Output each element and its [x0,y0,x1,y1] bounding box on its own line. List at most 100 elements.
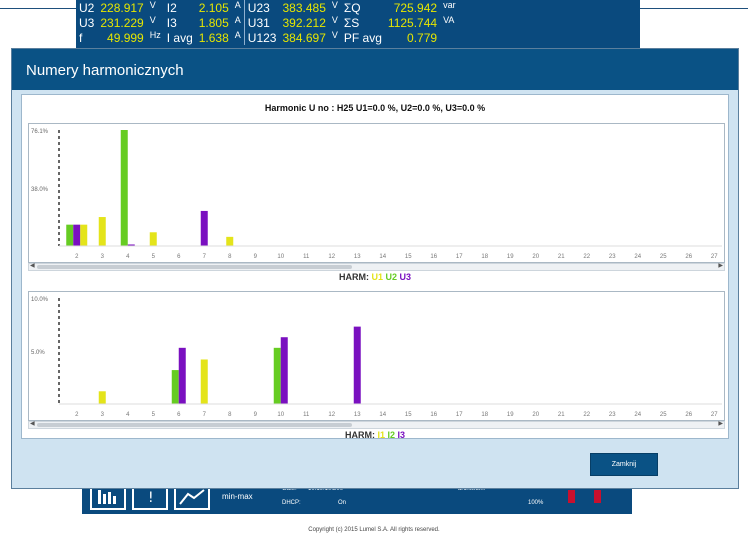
meter-a-unit: V [149,15,156,25]
meter-b-unit: A [234,0,241,10]
x-tick-label: 23 [609,254,616,260]
bar-i2-h10 [273,347,281,404]
x-tick-label: 6 [177,412,181,418]
meter-c-label: U23 [243,0,280,15]
meter-c-val: 383.485 [282,0,326,15]
current-harmonics-chart: 5.0% 10.0% 2 3 4 5 6 7 8 9 10 11 12 13 14 15 16 17 18 19 20 2… [28,291,725,421]
x-tick-label: 9 [254,412,258,418]
copyright-text: Copyright (c) 2015 Lumel S.A. All rights… [308,527,440,533]
scroll-left-icon[interactable]: ◀ [30,262,35,269]
x-tick-label: 5 [152,254,156,260]
meter-a-val: 231.229 [100,15,144,30]
scroll-left-icon[interactable]: ◀ [30,420,35,427]
x-tick-label: 13 [354,412,361,418]
meter-a-label: U3 [79,15,95,30]
harmonic-info: Harmonic U no : H25 U1=0.0 %, U2=0.0 %, … [264,103,486,113]
meter-a-unit: V [149,0,156,10]
dialog-header: Numery harmonicznych [12,49,738,90]
voltage-harmonics-chart: 38.0% 76.1% 2 3 4 5 6 7 8 9 10 11 12 13 14 15 16 17 18 19 20… [28,123,725,263]
bar-u2-h2 [66,224,74,246]
meter-b-val: 1.638 [198,30,229,45]
x-tick-label: 20 [532,254,539,260]
scrollbar-thumb[interactable] [37,265,352,269]
x-tick-label: 15 [405,412,412,418]
meter-row: U3 231.229 V I3 1.805 A U31 392.212 V ΣS 1125.744 V… [76,15,459,30]
x-tick-label: 10 [277,254,284,260]
meter-readings-panel: U2 228.917 V I2 2.105 A U23 383.485 V ΣQ 725.942 va… [76,0,640,54]
x-tick-label: 25 [660,254,667,260]
bar-u1-h5 [149,232,157,246]
meter-a-label: f [79,30,83,45]
bar-u1-h3 [98,217,106,246]
min-max-label[interactable]: min-max [222,492,253,501]
legend-u3: U3 [399,272,412,282]
close-button[interactable]: Zamknij [590,453,658,476]
legend-i2: I2 [387,430,395,440]
meter-c-val: 392.212 [282,15,326,30]
x-tick-label: 18 [481,412,488,418]
meter-d-unit [440,30,459,45]
meter-c-unit: V [331,0,338,10]
bar-u3-h2 [73,224,81,246]
x-tick-label: 26 [685,412,692,418]
x-tick-label: 19 [507,254,514,260]
y-tick-label: 76.1% [31,129,49,135]
harmonics-dialog: Numery harmonicznych Harmonic U no : H25… [11,48,739,489]
voltage-chart-scrollbar[interactable]: ◀ ▶ [28,263,725,271]
x-tick-label: 9 [254,254,258,260]
meter-c-val: 384.697 [282,30,326,45]
x-tick-label: 24 [634,254,641,260]
x-tick-label: 7 [203,254,207,260]
x-tick-label: 16 [430,254,437,260]
meter-d-val: 1125.744 [387,15,438,30]
x-tick-label: 6 [177,254,181,260]
y-tick-label: 10.0% [31,297,49,303]
dialog-title: Numery harmonicznych [26,62,184,79]
current-legend: HARM: I1 I2 I3 [22,430,728,440]
x-tick-label: 21 [558,254,565,260]
meter-b-label: I3 [166,15,177,30]
meter-table: U2 228.917 V I2 2.105 A U23 383.485 V ΣQ 725.942 va… [76,0,459,45]
x-tick-label: 19 [507,412,514,418]
archive-percent: 100% [528,500,544,506]
meter-b-label: I2 [166,0,177,15]
bar-i3-h6 [178,347,186,404]
bar-i1-h7 [200,359,208,404]
x-tick-label: 3 [101,254,105,260]
legend-i1: I1 [377,430,385,440]
bar-i3-h10 [280,337,288,404]
dhcp-label: DHCP: [282,500,301,506]
meter-c-label: U123 [243,30,280,45]
meter-d-unit: var [443,0,456,10]
x-tick-label: 15 [405,254,412,260]
meter-a-val: 228.917 [100,0,144,15]
scroll-right-icon[interactable]: ▶ [718,420,723,427]
alarm-indicator-2 [594,490,601,503]
bar-i2-h6 [171,370,179,404]
meter-b-unit: A [234,30,241,40]
y-tick-label: 5.0% [31,350,45,356]
x-tick-label: 10 [277,412,284,418]
bar-u1-h8 [226,236,234,246]
x-tick-label: 22 [583,412,590,418]
x-tick-label: 14 [379,412,386,418]
scrollbar-thumb[interactable] [37,423,352,427]
bar-i3-h13 [353,326,361,404]
bar-u2-h4 [120,130,128,246]
harmonics-panel: Harmonic U no : H25 U1=0.0 %, U2=0.0 %, … [21,94,729,440]
meter-b-val: 1.805 [198,15,229,30]
meter-a-unit: Hz [149,30,161,40]
x-tick-label: 17 [456,254,463,260]
x-tick-label: 11 [303,412,310,418]
x-tick-label: 8 [228,412,232,418]
scroll-right-icon[interactable]: ▶ [718,262,723,269]
meter-b-val: 2.105 [198,0,229,15]
x-tick-label: 8 [228,254,232,260]
x-tick-label: 5 [152,412,156,418]
meter-row: f 49.999 Hz I avg 1.638 A U123 384.697 V PF avg 0.… [76,30,459,45]
legend-u2: U2 [385,272,397,282]
meter-d-val: 725.942 [393,0,438,15]
current-chart-scrollbar[interactable]: ◀ ▶ [28,421,725,429]
x-tick-label: 4 [126,254,130,260]
meter-b-label: I avg [166,30,193,45]
